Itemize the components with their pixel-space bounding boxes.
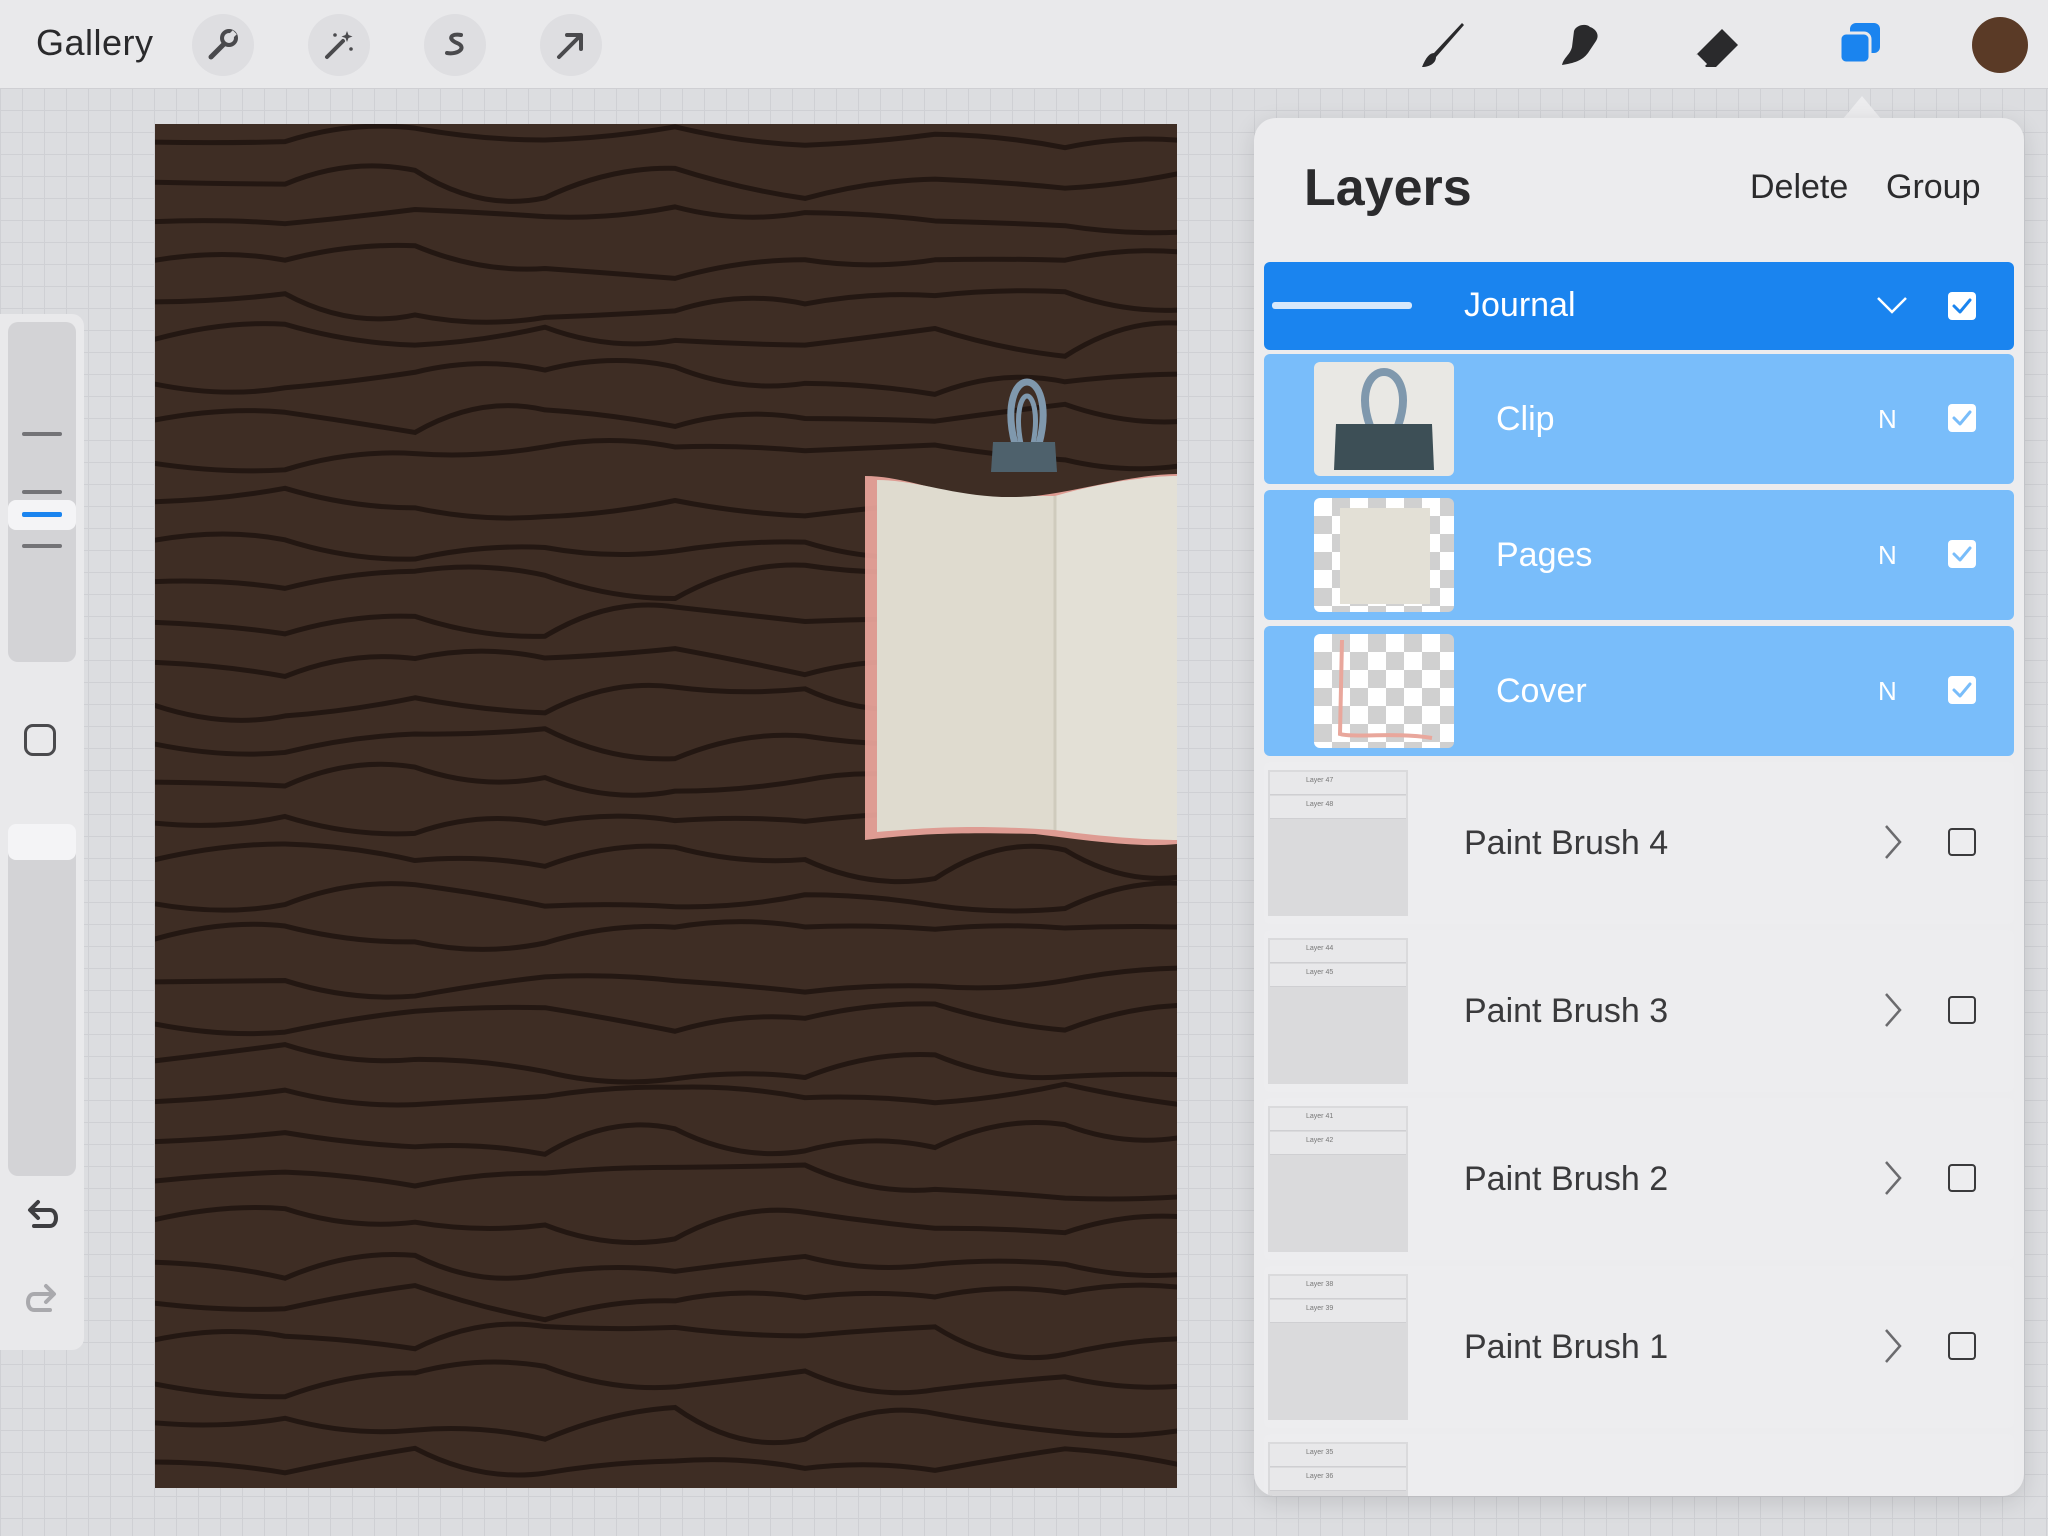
layer-row-cover[interactable]: Cover N	[1264, 626, 2014, 756]
layer-thumbnail	[1314, 634, 1454, 748]
chevron-right-icon[interactable]	[1874, 822, 1910, 862]
chevron-right-icon[interactable]	[1874, 1326, 1910, 1366]
gallery-button[interactable]: Gallery	[36, 22, 154, 64]
layer-name: Paint Brush 2	[1464, 1160, 1669, 1198]
visibility-checkbox[interactable]	[1948, 676, 1976, 704]
layer-row-clip[interactable]: Clip N	[1264, 354, 2014, 484]
wrench-icon[interactable]	[192, 14, 254, 76]
visibility-checkbox[interactable]	[1948, 540, 1976, 568]
undo-icon[interactable]	[20, 1194, 64, 1238]
magic-wand-icon[interactable]	[308, 14, 370, 76]
delete-button[interactable]: Delete	[1750, 168, 1848, 207]
chevron-right-icon[interactable]	[1874, 990, 1910, 1030]
visibility-checkbox[interactable]	[1948, 404, 1976, 432]
canvas-artwork	[155, 124, 1177, 1488]
smudge-icon[interactable]	[1548, 14, 1612, 76]
layer-name: Paint Brush 3	[1464, 992, 1669, 1030]
panel-title: Layers	[1304, 159, 1472, 217]
transform-arrow-icon[interactable]	[540, 14, 602, 76]
top-toolbar: Gallery	[0, 0, 2048, 89]
brush-size-slider[interactable]	[8, 322, 76, 662]
layers-icon[interactable]	[1828, 14, 1892, 76]
group-thumbnail	[1272, 302, 1412, 309]
group-thumbnail: Layer 41 Layer 42	[1268, 1106, 1408, 1252]
opacity-slider[interactable]	[8, 824, 76, 1176]
layer-name: Journal	[1464, 286, 1576, 324]
group-thumbnail: Layer 38 Layer 39	[1268, 1274, 1408, 1420]
layer-group-partial[interactable]: Layer 35 Layer 36	[1264, 1434, 2014, 1496]
blend-mode-button[interactable]: N	[1878, 540, 1897, 571]
brush-icon[interactable]	[1410, 14, 1474, 76]
eraser-icon[interactable]	[1686, 14, 1750, 76]
layer-thumbnail	[1314, 498, 1454, 612]
layer-thumbnail	[1314, 362, 1454, 476]
visibility-checkbox[interactable]	[1948, 1164, 1976, 1192]
panel-pointer	[1842, 96, 1882, 120]
visibility-checkbox[interactable]	[1948, 996, 1976, 1024]
left-sidebar	[0, 314, 84, 1350]
visibility-checkbox[interactable]	[1948, 1332, 1976, 1360]
modify-button[interactable]	[24, 724, 56, 756]
visibility-checkbox[interactable]	[1948, 292, 1976, 320]
group-thumbnail: Layer 44 Layer 45	[1268, 938, 1408, 1084]
layer-group-paint-brush-2[interactable]: Layer 41 Layer 42 Paint Brush 2	[1264, 1098, 2014, 1260]
group-thumbnail: Layer 47 Layer 48	[1268, 770, 1408, 916]
layer-name: Cover	[1496, 672, 1587, 710]
layer-group-paint-brush-1[interactable]: Layer 38 Layer 39 Paint Brush 1	[1264, 1266, 2014, 1428]
layer-name: Paint Brush 4	[1464, 824, 1669, 862]
blend-mode-button[interactable]: N	[1878, 404, 1897, 435]
layer-group-journal[interactable]: Journal	[1264, 262, 2014, 350]
visibility-checkbox[interactable]	[1948, 828, 1976, 856]
chevron-right-icon[interactable]	[1874, 1158, 1910, 1198]
group-thumbnail: Layer 35 Layer 36	[1268, 1442, 1408, 1496]
selection-s-icon[interactable]	[424, 14, 486, 76]
layers-panel: Layers Delete Group Journal Clip N Pages…	[1254, 118, 2024, 1496]
layer-name: Pages	[1496, 536, 1593, 574]
layer-name: Clip	[1496, 400, 1555, 438]
layer-group-paint-brush-3[interactable]: Layer 44 Layer 45 Paint Brush 3	[1264, 930, 2014, 1092]
layer-name: Paint Brush 1	[1464, 1328, 1669, 1366]
redo-icon[interactable]	[20, 1278, 64, 1322]
blend-mode-button[interactable]: N	[1878, 676, 1897, 707]
layer-group-paint-brush-4[interactable]: Layer 47 Layer 48 Paint Brush 4	[1264, 762, 2014, 924]
current-color-swatch[interactable]	[1972, 17, 2028, 73]
drawing-canvas[interactable]	[155, 124, 1177, 1488]
brush-size-handle[interactable]	[22, 512, 62, 517]
group-button[interactable]: Group	[1886, 168, 1981, 207]
opacity-handle[interactable]	[8, 824, 76, 860]
chevron-down-icon[interactable]	[1874, 286, 1910, 322]
layer-row-pages[interactable]: Pages N	[1264, 490, 2014, 620]
